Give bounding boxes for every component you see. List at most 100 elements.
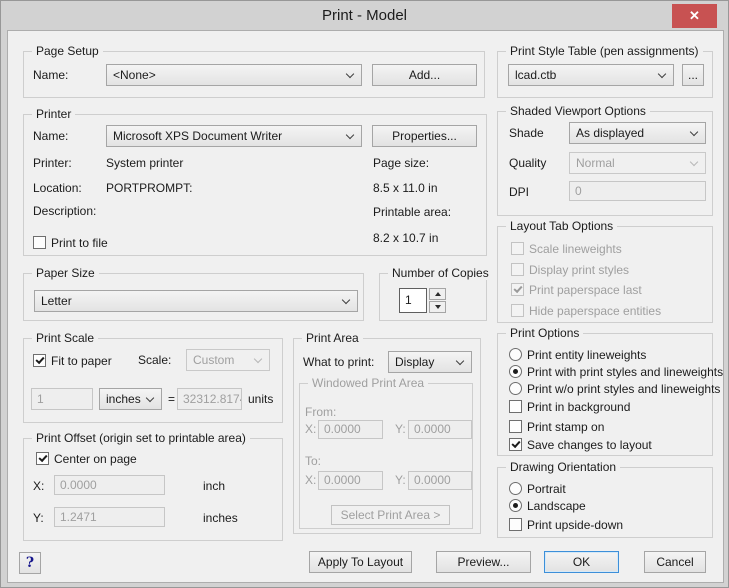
fit-to-paper-checkbox[interactable]: Fit to paper	[33, 353, 112, 368]
radio-icon	[509, 348, 522, 361]
windowed-print-area-title: Windowed Print Area	[308, 376, 428, 390]
quality-label: Quality	[509, 152, 546, 174]
units-label: units	[248, 388, 273, 410]
printer-name-select[interactable]: Microsoft XPS Document Writer	[106, 125, 362, 147]
help-button[interactable]: ?	[19, 552, 41, 574]
copies-spinner: 1	[399, 288, 446, 313]
properties-button[interactable]: Properties...	[372, 125, 477, 147]
what-to-print-select[interactable]: Display	[388, 351, 472, 373]
printer-name-label: Name:	[33, 125, 68, 147]
checkbox-icon	[36, 452, 49, 465]
offset-x-label: X:	[33, 475, 44, 497]
dpi-label: DPI	[509, 181, 529, 203]
print-style-value: lcad.ctb	[515, 65, 556, 85]
checkbox-icon	[511, 263, 524, 276]
arrow-up-icon	[435, 292, 441, 296]
printer-group-title: Printer	[32, 107, 75, 121]
copies-title: Number of Copies	[388, 266, 493, 280]
shade-select[interactable]: As displayed	[569, 122, 706, 144]
spinner-down-button[interactable]	[429, 301, 446, 313]
print-with-styles-radio[interactable]: Print with print styles and lineweights	[509, 364, 723, 379]
print-upside-down-checkbox[interactable]: Print upside-down	[509, 517, 623, 532]
checkbox-icon	[509, 438, 522, 451]
checkbox-icon	[509, 518, 522, 531]
from-x-input: 0.0000	[318, 420, 383, 439]
center-on-page-checkbox[interactable]: Center on page	[36, 451, 137, 466]
preview-button[interactable]: Preview...	[436, 551, 531, 573]
checkbox-icon	[509, 420, 522, 433]
offset-y-input: 1.2471	[54, 507, 165, 527]
cancel-button[interactable]: Cancel	[644, 551, 706, 573]
to-x-input: 0.0000	[318, 471, 383, 490]
print-entity-lineweights-radio[interactable]: Print entity lineweights	[509, 347, 646, 362]
chevron-down-icon	[456, 357, 464, 365]
portrait-label: Portrait	[527, 482, 566, 496]
close-icon: ✕	[689, 8, 700, 23]
print-to-file-checkbox[interactable]: Print to file	[33, 235, 108, 250]
page-setup-name-select[interactable]: <None>	[106, 64, 362, 86]
print-to-file-label: Print to file	[51, 236, 108, 250]
from-y-input: 0.0000	[408, 420, 472, 439]
chevron-down-icon	[658, 70, 666, 78]
printer-name-value: Microsoft XPS Document Writer	[113, 126, 282, 146]
chevron-down-icon	[254, 355, 262, 363]
drawing-units-input: 32312.8174	[177, 388, 242, 410]
print-without-styles-radio[interactable]: Print w/o print styles and lineweights	[509, 381, 720, 396]
scale-label: Scale:	[138, 349, 171, 371]
offset-y-label: Y:	[33, 507, 44, 529]
printer-type-label: Printer:	[33, 152, 72, 174]
print-options-title: Print Options	[506, 326, 583, 340]
ok-button[interactable]: OK	[544, 551, 619, 573]
save-changes-to-layout-checkbox[interactable]: Save changes to layout	[509, 437, 652, 452]
paper-units-name: inches	[106, 389, 141, 409]
chevron-down-icon	[690, 128, 698, 136]
print-stamp-on-checkbox[interactable]: Print stamp on	[509, 419, 604, 434]
paper-size-title: Paper Size	[32, 266, 99, 280]
print-with-styles-label: Print with print styles and lineweights	[527, 365, 723, 379]
select-print-area-button: Select Print Area >	[331, 505, 450, 525]
scale-lineweights-label: Scale lineweights	[529, 242, 622, 256]
paper-size-select[interactable]: Letter	[34, 290, 358, 312]
checkbox-icon	[511, 304, 524, 317]
page-setup-name-value: <None>	[113, 65, 156, 85]
fit-to-paper-label: Fit to paper	[51, 354, 112, 368]
paper-units-select[interactable]: inches	[99, 388, 162, 410]
portrait-radio[interactable]: Portrait	[509, 481, 566, 496]
print-paperspace-last-checkbox: Print paperspace last	[511, 282, 642, 297]
what-to-print-value: Display	[395, 352, 434, 372]
print-style-browse-button[interactable]: ...	[682, 64, 704, 86]
titlebar[interactable]: Print - Model	[1, 1, 728, 30]
page-setup-name-label: Name:	[33, 64, 68, 86]
center-on-page-label: Center on page	[54, 452, 137, 466]
print-stamp-on-label: Print stamp on	[527, 420, 604, 434]
apply-to-layout-button[interactable]: Apply To Layout	[309, 551, 412, 573]
from-y-label: Y:	[395, 420, 406, 439]
print-paperspace-last-label: Print paperspace last	[529, 283, 642, 297]
printable-area-value: 8.2 x 10.7 in	[373, 227, 438, 249]
copies-input[interactable]: 1	[399, 288, 427, 313]
drawing-orientation-title: Drawing Orientation	[506, 460, 620, 474]
checkbox-icon	[33, 354, 46, 367]
add-button[interactable]: Add...	[372, 64, 477, 86]
offset-y-unit: inches	[203, 507, 238, 529]
landscape-radio[interactable]: Landscape	[509, 498, 586, 513]
quality-select: Normal	[569, 152, 706, 174]
checkbox-icon	[33, 236, 46, 249]
radio-icon	[509, 365, 522, 378]
print-style-select[interactable]: lcad.ctb	[508, 64, 674, 86]
page-size-value: 8.5 x 11.0 in	[373, 177, 438, 199]
page-setup-title: Page Setup	[32, 44, 103, 58]
spinner-up-button[interactable]	[429, 288, 446, 300]
shaded-viewport-title: Shaded Viewport Options	[506, 104, 650, 118]
checkbox-icon	[511, 283, 524, 296]
radio-icon	[509, 482, 522, 495]
print-in-background-checkbox[interactable]: Print in background	[509, 399, 630, 414]
close-button[interactable]: ✕	[672, 4, 717, 28]
hide-paperspace-entities-label: Hide paperspace entities	[529, 304, 661, 318]
offset-x-input: 0.0000	[54, 475, 165, 495]
chevron-down-icon	[342, 296, 350, 304]
paper-units-input: 1	[31, 388, 93, 410]
display-print-styles-checkbox: Display print styles	[511, 262, 629, 277]
printer-type-value: System printer	[106, 152, 183, 174]
printer-description-label: Description:	[33, 200, 96, 222]
